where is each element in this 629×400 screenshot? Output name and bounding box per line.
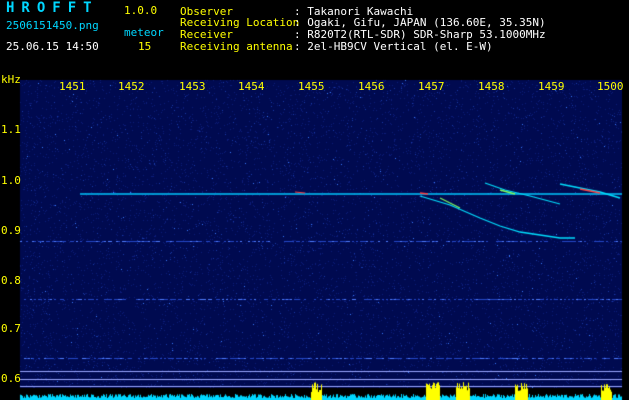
time-tick-1453: 1453 (179, 80, 206, 93)
file-name: 2506151450.png (6, 19, 99, 32)
time-tick-1459: 1459 (538, 80, 565, 93)
freq-tick-1.1: 1.1 (1, 123, 21, 136)
app-version: 1.0.0 (124, 4, 158, 17)
freq-tick-0.8: 0.8 (1, 274, 21, 287)
freq-unit-label: kHz (1, 73, 21, 86)
info-label-antenna: Receiving antenna (180, 40, 293, 53)
freq-tick-0.7: 0.7 (1, 322, 21, 335)
time-tick-1500: 1500 (597, 80, 624, 93)
freq-tick-0.6: 0.6 (1, 372, 21, 385)
datetime-readout: 25.06.15 14:50 (6, 40, 99, 53)
meteor-count: 15 (138, 40, 152, 53)
freq-tick-0.9: 0.9 (1, 224, 21, 237)
time-tick-1451: 1451 (59, 80, 86, 93)
info-value-antenna: : 2el-HB9CV Vertical (el. E-W) (294, 40, 493, 53)
spectrogram-canvas (0, 0, 629, 400)
app-logo: HROFFT (6, 0, 99, 16)
time-tick-1454: 1454 (238, 80, 265, 93)
hrofft-window: HROFFT 1.0.0 2506151450.png meteor 25.06… (0, 0, 629, 400)
time-tick-1456: 1456 (358, 80, 385, 93)
time-tick-1458: 1458 (478, 80, 505, 93)
time-tick-1452: 1452 (118, 80, 145, 93)
time-tick-1457: 1457 (418, 80, 445, 93)
meteor-label: meteor (124, 26, 164, 39)
time-tick-1455: 1455 (298, 80, 325, 93)
freq-tick-1.0: 1.0 (1, 174, 21, 187)
